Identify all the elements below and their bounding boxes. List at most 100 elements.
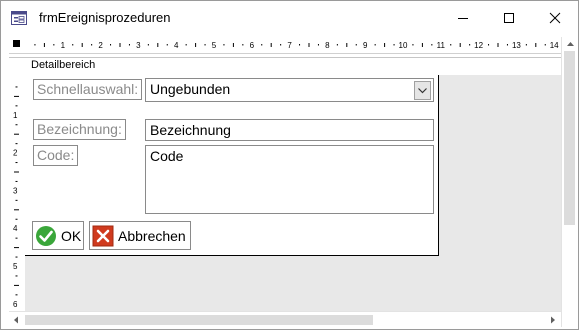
ruler-tick — [15, 86, 18, 88]
window-title: frmEreignisprozeduren — [39, 10, 171, 25]
cancel-label: Abbrechen — [118, 227, 186, 244]
ruler-tick — [15, 143, 18, 145]
ruler-tick — [53, 44, 55, 46]
ruler-tick — [14, 95, 19, 97]
ruler-tick — [412, 44, 414, 46]
ruler-tick — [459, 43, 461, 47]
ruler-label: 8 — [325, 41, 330, 50]
vertical-ruler[interactable]: 1 2 3 4 5 6 — [9, 75, 25, 311]
ruler-tick — [15, 124, 18, 126]
ruler-tick — [308, 43, 310, 47]
form-icon — [11, 11, 27, 25]
ruler-tick — [525, 44, 527, 46]
ruler-label: 1 — [61, 41, 66, 50]
vertical-scrollbar[interactable] — [561, 37, 578, 327]
ruler-tick — [261, 44, 263, 46]
ruler-tick — [14, 284, 19, 286]
horizontal-scroll-thumb[interactable] — [25, 315, 373, 325]
ruler-tick — [14, 171, 19, 173]
ruler-tick — [355, 44, 357, 46]
ruler-label: 11 — [437, 41, 446, 50]
ruler-label: 6 — [250, 41, 255, 50]
ruler-tick — [450, 44, 452, 46]
ruler-tick — [299, 44, 301, 46]
minimize-button[interactable] — [440, 1, 486, 35]
form-design-window: frmEreignisprozeduren 1 2 3 4 5 6 7 8 9 10 11 12 13 1… — [0, 0, 579, 330]
ruler-tick — [497, 43, 499, 47]
ruler-label: 6 — [13, 300, 18, 309]
ruler-tick — [91, 44, 93, 46]
ruler-tick — [242, 44, 244, 46]
bezeichnung-textbox[interactable]: Bezeichnung — [145, 119, 434, 141]
schnellauswahl-label[interactable]: Schnellauswahl: — [33, 79, 143, 100]
scroll-left-icon — [14, 316, 18, 324]
ruler-tick — [535, 43, 537, 47]
ruler-label: 5 — [212, 41, 217, 50]
ruler-tick — [469, 44, 471, 46]
ruler-tick — [346, 43, 348, 47]
ruler-tick — [119, 43, 121, 47]
ruler-label: 2 — [13, 149, 18, 158]
ruler-label: 14 — [550, 41, 559, 50]
ruler-tick — [15, 237, 18, 239]
ruler-label: 12 — [474, 41, 483, 50]
ruler-tick — [431, 44, 433, 46]
checkmark-icon — [36, 225, 56, 246]
maximize-button[interactable] — [486, 1, 532, 35]
title-bar: frmEreignisprozeduren — [1, 1, 578, 35]
horizontal-scrollbar[interactable] — [9, 311, 561, 328]
ruler-tick — [14, 247, 19, 249]
ruler-tick — [15, 294, 18, 296]
ruler-tick — [15, 218, 18, 220]
ruler-label: 2 — [98, 41, 103, 50]
maximize-icon — [504, 13, 514, 23]
section-header-detail[interactable]: Detailbereich — [9, 57, 561, 77]
ruler-label: 3 — [13, 186, 18, 195]
ruler-tick — [34, 44, 36, 46]
ruler-tick — [317, 44, 319, 46]
scroll-right-icon — [551, 316, 555, 324]
ok-label: OK — [61, 227, 82, 244]
code-textbox[interactable]: Code — [145, 145, 434, 214]
ruler-tick — [15, 180, 18, 182]
horizontal-ruler[interactable]: 1 2 3 4 5 6 7 8 9 10 11 12 13 14 — [9, 37, 562, 54]
ruler-tick — [336, 44, 338, 46]
ruler-tick — [166, 44, 168, 46]
ruler-tick — [15, 199, 18, 201]
ruler-tick — [157, 43, 159, 47]
ruler-tick — [544, 44, 546, 46]
chevron-down-icon — [418, 87, 427, 93]
ruler-tick — [43, 43, 45, 47]
detail-section[interactable]: Schnellauswahl: Ungebunden Bezeichnung: … — [25, 75, 439, 256]
ruler-tick — [110, 44, 112, 46]
ruler-label: 4 — [13, 224, 18, 233]
vertical-scroll-thumb[interactable] — [564, 51, 575, 225]
dropdown-button[interactable] — [414, 81, 431, 100]
ruler-label: 5 — [13, 262, 18, 271]
ruler-label: 13 — [512, 41, 521, 50]
ruler-label: 1 — [13, 111, 18, 120]
ruler-tick — [15, 275, 18, 277]
close-button[interactable] — [532, 1, 578, 35]
ruler-tick — [195, 43, 197, 47]
cancel-button[interactable]: Abbrechen — [89, 221, 191, 250]
ruler-tick — [15, 256, 18, 258]
ruler-tick — [384, 43, 386, 47]
design-canvas[interactable]: Schnellauswahl: Ungebunden Bezeichnung: … — [25, 75, 561, 311]
ruler-tick — [128, 44, 130, 46]
ruler-tick — [506, 44, 508, 46]
ruler-tick — [185, 44, 187, 46]
schnellauswahl-value: Ungebunden — [150, 81, 231, 97]
minimize-icon — [458, 18, 468, 19]
schnellauswahl-combobox[interactable]: Ungebunden — [145, 78, 434, 102]
bezeichnung-label[interactable]: Bezeichnung: — [33, 119, 126, 140]
ruler-tick — [147, 44, 149, 46]
ruler-tick — [81, 43, 83, 47]
ruler-tick — [232, 43, 234, 47]
ok-button[interactable]: OK — [32, 221, 84, 250]
close-icon — [549, 12, 561, 24]
code-label[interactable]: Code: — [33, 145, 79, 166]
ruler-label: 7 — [287, 41, 292, 50]
ruler-tick — [14, 209, 19, 211]
cancel-x-icon — [92, 225, 114, 246]
